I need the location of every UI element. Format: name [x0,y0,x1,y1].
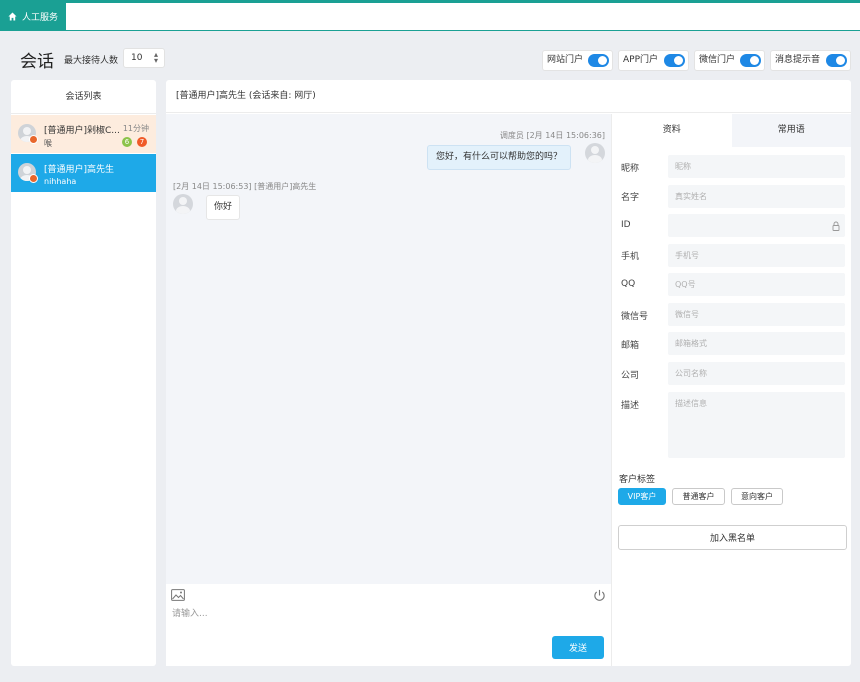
nickname-input[interactable] [668,155,845,178]
email-label: 邮箱 [621,341,640,351]
id-input [668,214,845,237]
company-input[interactable] [668,362,845,385]
image-icon[interactable] [171,589,185,601]
conversation-last-message: nihhaha [44,177,77,186]
weibo-icon [29,174,38,183]
unread-count-badge: 7 [137,137,147,147]
info-tabs: 资料 常用语 [612,114,851,147]
message-sound: 消息提示音 [770,50,851,71]
user-avatar [173,194,193,214]
tag-prospect[interactable]: 意向客户 [731,488,783,505]
conversation-list-title: 会话列表 [11,80,156,114]
conversation-name: [普通用户]剁椒C... [44,126,120,136]
chat-panel: [普通用户]高先生 (会话来自: 网厅) 调度员 [2月 14日 15:06:3… [166,80,851,666]
qq-label: QQ [621,279,636,289]
phone-input[interactable] [668,244,845,267]
tab-label: 人工服务 [22,13,59,23]
max-reception-select[interactable]: 10 ▴ ▾ [123,48,165,68]
agent-message-meta: 调度员 [2月 14日 15:06:36] [499,131,605,140]
portal-app-switch[interactable] [664,54,685,67]
portal-website-label: 网站门户 [547,55,584,65]
power-icon[interactable] [593,589,606,602]
conversation-item[interactable]: [普通用户]剁椒C... 11分钟 喉 6 7 [11,115,156,153]
conversation-item-selected[interactable]: [普通用户]高先生 nihhaha [11,154,156,192]
page-title: 会话 [20,52,54,72]
portal-wechat: 微信门户 [694,50,765,71]
portal-app-label: APP门户 [623,55,659,65]
chat-header: [普通用户]高先生 (会话来自: 网厅) [166,80,851,113]
tab-common-phrases[interactable]: 常用语 [731,114,851,147]
customer-tags-label: 客户标签 [619,475,656,485]
max-reception-label: 最大接待人数 [64,56,119,66]
add-to-blacklist-button[interactable]: 加入黑名单 [618,525,847,550]
updown-arrows-icon: ▴ ▾ [153,50,158,65]
nickname-label: 昵称 [621,164,640,174]
conversation-name: [普通用户]高先生 [44,165,115,175]
email-input[interactable] [668,332,845,355]
message-input[interactable] [172,606,592,622]
user-message-meta: [2月 14日 15:06:53] [普通用户]高先生 [173,182,317,191]
message-input-area: 发送 [166,584,611,666]
conversation-last-message: 喉 [44,139,52,148]
description-input[interactable] [668,392,845,458]
name-label: 名字 [621,193,640,203]
lock-icon [832,221,840,231]
max-reception-value: 10 [131,53,143,63]
portal-website-switch[interactable] [588,54,609,67]
agent-message-bubble: 您好，有什么可以帮助您的吗？ [426,145,571,170]
customer-info-panel: 资料 常用语 昵称 名字 ID 手机 QQ 微信号 邮箱 公司 描述 客户标签 … [611,114,851,666]
tab-profile[interactable]: 资料 [612,114,732,147]
company-label: 公司 [621,371,640,381]
send-button[interactable]: 发送 [552,636,604,659]
real-name-input[interactable] [668,185,845,208]
description-label: 描述 [621,401,640,411]
message-sound-label: 消息提示音 [775,55,821,65]
message-area: 调度员 [2月 14日 15:06:36] 您好，有什么可以帮助您的吗？ [2月… [166,114,611,584]
portal-website: 网站门户 [542,50,613,71]
portal-app: APP门户 [618,50,689,71]
wechat-badge: 6 [122,137,132,147]
home-icon [8,12,17,21]
weibo-icon [29,135,38,144]
tab-manual-service[interactable]: 人工服务 [0,3,66,30]
message-sound-switch[interactable] [826,54,847,67]
conversation-list-panel: 会话列表 [普通用户]剁椒C... 11分钟 喉 6 7 [普通用户]高先生 n… [11,80,156,666]
id-label: ID [621,220,631,230]
portal-wechat-label: 微信门户 [699,55,736,65]
user-message-bubble: 你好 [206,195,241,220]
tag-normal[interactable]: 普通客户 [672,488,725,505]
wechat-input[interactable] [668,303,845,326]
top-tab-bar: 人工服务 [0,0,860,31]
qq-input[interactable] [668,273,845,296]
agent-avatar [585,143,605,163]
wechat-label: 微信号 [621,312,649,322]
conversation-time: 11分钟 [122,124,149,133]
phone-label: 手机 [621,252,640,262]
header-row: 会话 最大接待人数 10 ▴ ▾ 网站门户 APP门户 微信门户 消息提示音 [0,31,860,80]
portal-wechat-switch[interactable] [740,54,761,67]
tag-vip[interactable]: VIP客户 [618,488,666,505]
